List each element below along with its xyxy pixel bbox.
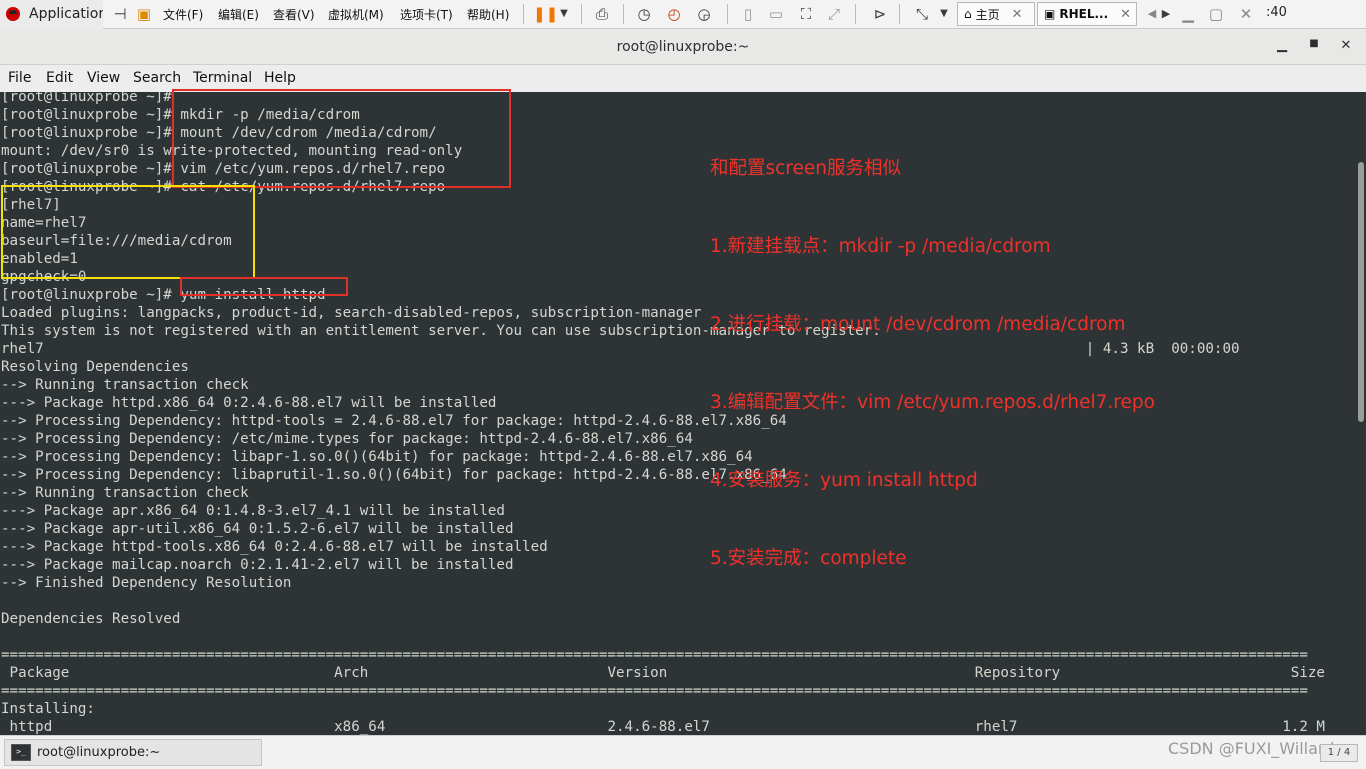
applications-label: Application	[29, 6, 108, 22]
menu-file[interactable]: 文件(F)	[163, 6, 203, 23]
menu-terminal[interactable]: Terminal	[193, 70, 252, 86]
stretch-icon[interactable]: ⤡	[913, 5, 931, 23]
watermark: CSDN @FUXI_Willard	[1168, 739, 1335, 758]
annotation-line: 和配置screen服务相似	[710, 158, 901, 179]
menu-edit[interactable]: 编辑(E)	[218, 6, 259, 23]
vm-icon: ▣	[1044, 7, 1056, 21]
annotation-line: 1.新建挂载点：mkdir -p /media/cdrom	[710, 236, 1051, 257]
menu-help[interactable]: 帮助(H)	[467, 6, 509, 23]
fullscreen-icon[interactable]: ⛶	[797, 5, 815, 23]
console-view-icon[interactable]: ⊳	[871, 5, 889, 23]
annotation-line: 5.安装完成：complete	[710, 548, 907, 569]
menu-view[interactable]: 查看(V)	[273, 6, 315, 23]
taskbar-terminal-button[interactable]: >_ root@linuxprobe:~	[4, 739, 262, 766]
tab-home-label: 主页	[975, 7, 1000, 22]
close-icon[interactable]: ✕	[1338, 38, 1354, 53]
thumbnail-bar-icon[interactable]: ▭	[767, 5, 785, 23]
scrollbar-thumb[interactable]	[1358, 162, 1364, 422]
terminal-line: ========================================…	[1, 683, 1308, 699]
annotation-line: 4.安装服务：yum install httpd	[710, 470, 978, 491]
snapshot-icon[interactable]: ◷	[635, 5, 653, 23]
minimize-icon[interactable]: ▁	[1274, 38, 1290, 53]
terminal-icon: >_	[11, 744, 31, 761]
snapshot-manager-icon[interactable]: ◶	[695, 5, 713, 23]
terminal-line: ========================================…	[1, 647, 1308, 663]
taskbar-terminal-label: root@linuxprobe:~	[37, 745, 161, 760]
close-icon[interactable]: ✕	[1237, 5, 1255, 23]
menu-file[interactable]: File	[8, 70, 31, 86]
workspace-indicator[interactable]: 1 / 4	[1320, 744, 1358, 762]
tab-rhel[interactable]: ▣ RHEL... ✕	[1037, 2, 1137, 26]
window-title: root@linuxprobe:~	[616, 39, 750, 55]
redhat-logo-icon	[6, 7, 20, 21]
close-icon[interactable]: ✕	[1120, 7, 1131, 22]
terminal-line: httpd x86_64 2.4.6-88.el7 rhel7 1.2 M	[1, 719, 1325, 735]
top-panel: Application ⊣ ▣ 文件(F) 编辑(E) 查看(V) 虚拟机(M)…	[0, 0, 1366, 30]
revert-snapshot-icon[interactable]: ◴	[665, 5, 683, 23]
send-ctrl-alt-del-icon[interactable]: ⎙	[593, 5, 611, 23]
highlight-box-mount-commands	[172, 89, 511, 188]
menu-help[interactable]: Help	[264, 70, 296, 86]
menu-edit[interactable]: Edit	[46, 70, 73, 86]
minimize-icon[interactable]: ▁	[1179, 5, 1197, 23]
menu-tabs[interactable]: 选项卡(T)	[400, 6, 453, 23]
window-title-bar[interactable]: root@linuxprobe:~ ▁ ■ ✕	[0, 30, 1366, 65]
menu-view[interactable]: View	[87, 70, 120, 86]
pin-icon[interactable]: ⊣	[111, 5, 129, 23]
pause-icon[interactable]: ❚❚	[533, 5, 558, 23]
menu-search[interactable]: Search	[133, 70, 181, 86]
terminal-line: Dependencies Resolved	[1, 611, 181, 627]
terminal-line: Package Arch Version Repository Size	[1, 665, 1325, 681]
tab-rhel-label: RHEL...	[1059, 7, 1109, 21]
taskbar: >_ root@linuxprobe:~ CSDN @FUXI_Willard …	[0, 735, 1366, 769]
vm-library-icon[interactable]: ▣	[135, 5, 153, 23]
unity-icon[interactable]: ⤢	[825, 5, 843, 23]
sidebar-icon[interactable]: ▯	[739, 5, 757, 23]
annotation-line: 3.编辑配置文件：vim /etc/yum.repos.d/rhel7.repo	[710, 392, 1155, 413]
highlight-box-yum-install	[180, 277, 348, 296]
annotation-line: 2.进行挂载：mount /dev/cdrom /media/cdrom	[710, 314, 1126, 335]
chevron-down-icon[interactable]: ▼	[555, 5, 573, 23]
close-icon[interactable]: ✕	[1012, 7, 1023, 22]
clock: :40	[1266, 5, 1287, 20]
menu-vm[interactable]: 虚拟机(M)	[328, 6, 384, 23]
tab-scroll-right-icon[interactable]: ▶	[1157, 5, 1175, 23]
home-icon: ⌂	[964, 7, 972, 21]
maximize-icon[interactable]: ▢	[1207, 5, 1225, 23]
terminal-menu-bar: File Edit View Search Terminal Help	[0, 65, 1366, 92]
terminal-scrollbar[interactable]	[1355, 92, 1366, 735]
annotation-note: 和配置screen服务相似 1.新建挂载点：mkdir -p /media/cd…	[710, 104, 1155, 598]
highlight-box-repo-config	[1, 185, 255, 279]
vmware-toolbar: ⊣ ▣ 文件(F) 编辑(E) 查看(V) 虚拟机(M) 选项卡(T) 帮助(H…	[103, 0, 1366, 29]
applications-menu[interactable]: Application	[0, 0, 107, 28]
maximize-icon[interactable]: ■	[1306, 38, 1322, 49]
tab-home[interactable]: ⌂ 主页 ✕	[957, 2, 1035, 26]
chevron-down-icon[interactable]: ▼	[935, 5, 953, 23]
terminal-line: Installing:	[1, 701, 95, 717]
